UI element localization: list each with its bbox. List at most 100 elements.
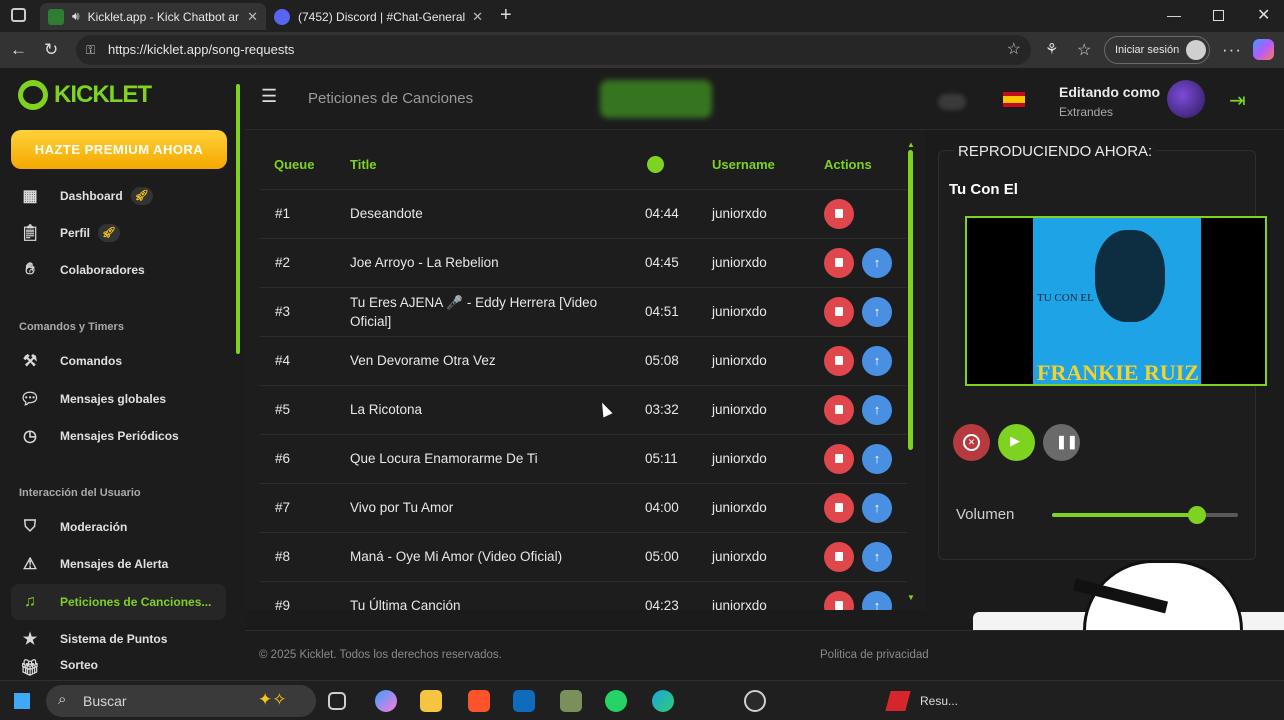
taskbar-search[interactable]: ⌕ Buscar ✦✧	[46, 685, 316, 717]
song-title: Que Locura Enamorarme De Ti	[350, 451, 538, 466]
sidebar-item-mensajes-alerta[interactable]: ⚠︎ Mensajes de Alerta	[11, 546, 226, 582]
site-info-icon[interactable]: ⚿	[86, 35, 95, 65]
pause-button[interactable]: ❚❚	[1043, 424, 1080, 461]
browser-toolbar: ← ↻ ⚿ https://kicklet.app/song-requests …	[0, 32, 1284, 68]
privacy-link[interactable]: Politica de privacidad	[820, 649, 929, 661]
brave-browser-icon[interactable]	[468, 690, 490, 712]
whatsapp-icon[interactable]	[605, 690, 627, 712]
volume-slider[interactable]	[1052, 506, 1238, 524]
back-icon[interactable]: ←	[10, 40, 27, 60]
song-duration: 04:45	[645, 255, 679, 270]
tab-discord[interactable]: (7452) Discord | #Chat-General ✕	[266, 3, 491, 30]
taskbar-app-resu[interactable]: Resu...	[884, 687, 974, 715]
sidebar-item-sistema-puntos[interactable]: ★ Sistema de Puntos	[11, 621, 226, 657]
menu-toggle-icon[interactable]: ☰	[261, 86, 277, 107]
column-header-username[interactable]: Username	[712, 157, 775, 172]
copyright-text: © 2025 Kicklet. Todos los derechos reser…	[259, 649, 502, 661]
game-app-icon[interactable]	[560, 690, 582, 712]
song-duration: 04:51	[645, 304, 679, 319]
delete-song-button[interactable]	[824, 591, 854, 610]
move-up-button[interactable]: ↑	[862, 444, 892, 474]
blurred-header-button[interactable]	[600, 80, 712, 118]
sign-in-button[interactable]: Iniciar sesión	[1104, 36, 1210, 64]
reload-icon[interactable]: ↻	[44, 40, 58, 60]
column-header-queue[interactable]: Queue	[274, 157, 314, 172]
close-window-icon[interactable]: ✕	[1257, 5, 1270, 25]
sidebar-scrollbar[interactable]	[236, 84, 240, 354]
cover-small-text: TU CON EL	[1037, 292, 1094, 304]
minimize-icon[interactable]: —	[1167, 7, 1181, 23]
address-bar[interactable]: ⚿ https://kicklet.app/song-requests ☆	[76, 35, 1031, 65]
file-explorer-icon[interactable]	[420, 690, 442, 712]
close-tab-icon[interactable]: ✕	[472, 9, 483, 25]
premium-label: HAZTE PREMIUM AHORA	[34, 142, 204, 157]
delete-song-button[interactable]	[824, 493, 854, 523]
logout-icon[interactable]: ⇥	[1229, 88, 1246, 113]
stop-button[interactable]: ✕	[953, 424, 990, 461]
delete-song-button[interactable]	[824, 297, 854, 327]
obs-icon[interactable]	[744, 690, 766, 712]
copilot-icon[interactable]	[1253, 39, 1274, 60]
extensions-icon[interactable]: ⚘	[1045, 40, 1058, 58]
delete-song-button[interactable]	[824, 346, 854, 376]
delete-song-button[interactable]	[824, 395, 854, 425]
edge-browser-icon[interactable]	[652, 690, 674, 712]
tab-kicklet[interactable]: 🔊︎ Kicklet.app - Kick Chatbot ar ✕	[40, 3, 266, 30]
windows-start-icon[interactable]	[13, 692, 31, 710]
column-header-title[interactable]: Title	[350, 157, 377, 172]
move-up-button[interactable]: ↑	[862, 346, 892, 376]
hammer-icon: ⚒︎	[22, 353, 38, 370]
sidebar-item-mensajes-periodicos[interactable]: ◷ Mensajes Periódicos	[11, 418, 226, 454]
close-tab-icon[interactable]: ✕	[247, 9, 258, 25]
table-scrollbar[interactable]	[908, 150, 913, 450]
maximize-icon[interactable]	[1213, 10, 1224, 21]
favorites-icon[interactable]: ☆	[1077, 40, 1091, 60]
sidebar-item-sorteo[interactable]: 🎁︎ Sorteo	[11, 658, 226, 680]
move-up-button[interactable]: ↑	[862, 591, 892, 610]
song-duration: 05:08	[645, 353, 679, 368]
duration-clock-icon[interactable]	[647, 156, 664, 173]
copilot-taskbar-icon[interactable]	[375, 690, 397, 712]
spain-flag-icon[interactable]	[1003, 92, 1025, 107]
logo-text: KICKLET	[54, 81, 152, 108]
new-tab-icon[interactable]: +	[500, 4, 512, 27]
song-title: Ven Devorame Otra Vez	[350, 353, 496, 368]
queue-position: #4	[275, 353, 291, 368]
table-row: #3 Tu Eres AJENA 🎤 - Eddy Herrera [Video …	[259, 288, 907, 337]
sidebar-item-colaboradores[interactable]: ✋︎ Colaboradores	[11, 252, 226, 288]
more-options-icon[interactable]: ···	[1222, 40, 1242, 60]
move-up-button[interactable]: ↑	[862, 395, 892, 425]
scroll-up-arrow-icon[interactable]: ▲	[907, 140, 915, 149]
sidebar-item-mensajes-globales[interactable]: 💬︎ Mensajes globales	[11, 381, 226, 417]
delete-song-button[interactable]	[824, 199, 854, 229]
search-highlight-icon: ✦✧	[258, 690, 287, 709]
delete-song-button[interactable]	[824, 444, 854, 474]
delete-song-button[interactable]	[824, 542, 854, 572]
channel-avatar[interactable]	[1167, 80, 1205, 118]
move-up-button[interactable]: ↑	[862, 493, 892, 523]
sidebar-item-comandos[interactable]: ⚒︎ Comandos	[11, 343, 226, 379]
outlook-icon[interactable]	[513, 690, 535, 712]
tab-actions-icon[interactable]	[11, 8, 26, 22]
windows-taskbar: ⌕ Buscar ✦✧ Resu...	[0, 680, 1284, 720]
move-up-button[interactable]: ↑	[862, 542, 892, 572]
sidebar-item-dashboard[interactable]: ▦ Dashboard 🚀︎	[11, 178, 226, 214]
table-row: #5 La Ricotona 03:32 juniorxdo ↑	[259, 386, 907, 435]
sidebar-item-label: Colaboradores	[60, 263, 145, 277]
move-up-button[interactable]: ↑	[862, 248, 892, 278]
search-placeholder: Buscar	[83, 693, 127, 709]
premium-button[interactable]: HAZTE PREMIUM AHORA	[11, 130, 227, 169]
delete-song-button[interactable]	[824, 248, 854, 278]
skip-button[interactable]: ▶︎	[998, 424, 1035, 461]
table-row: #7 Vivo por Tu Amor 04:00 juniorxdo ↑	[259, 484, 907, 533]
sidebar-item-perfil[interactable]: 📋︎ Perfil 🚀︎	[11, 215, 226, 251]
move-up-button[interactable]: ↑	[862, 297, 892, 327]
task-view-icon[interactable]	[328, 692, 346, 710]
favorite-star-icon[interactable]: ☆	[1007, 35, 1021, 65]
sidebar-item-moderacion[interactable]: ⛉ Moderación	[11, 509, 226, 545]
scroll-down-arrow-icon[interactable]: ▼	[907, 593, 915, 602]
volume-slider-knob[interactable]	[1188, 506, 1207, 524]
song-duration: 04:23	[645, 598, 679, 610]
sidebar-item-peticiones-canciones[interactable]: ♫ Peticiones de Canciones...	[11, 584, 226, 620]
tab-title: Kicklet.app - Kick Chatbot ar	[87, 9, 239, 24]
